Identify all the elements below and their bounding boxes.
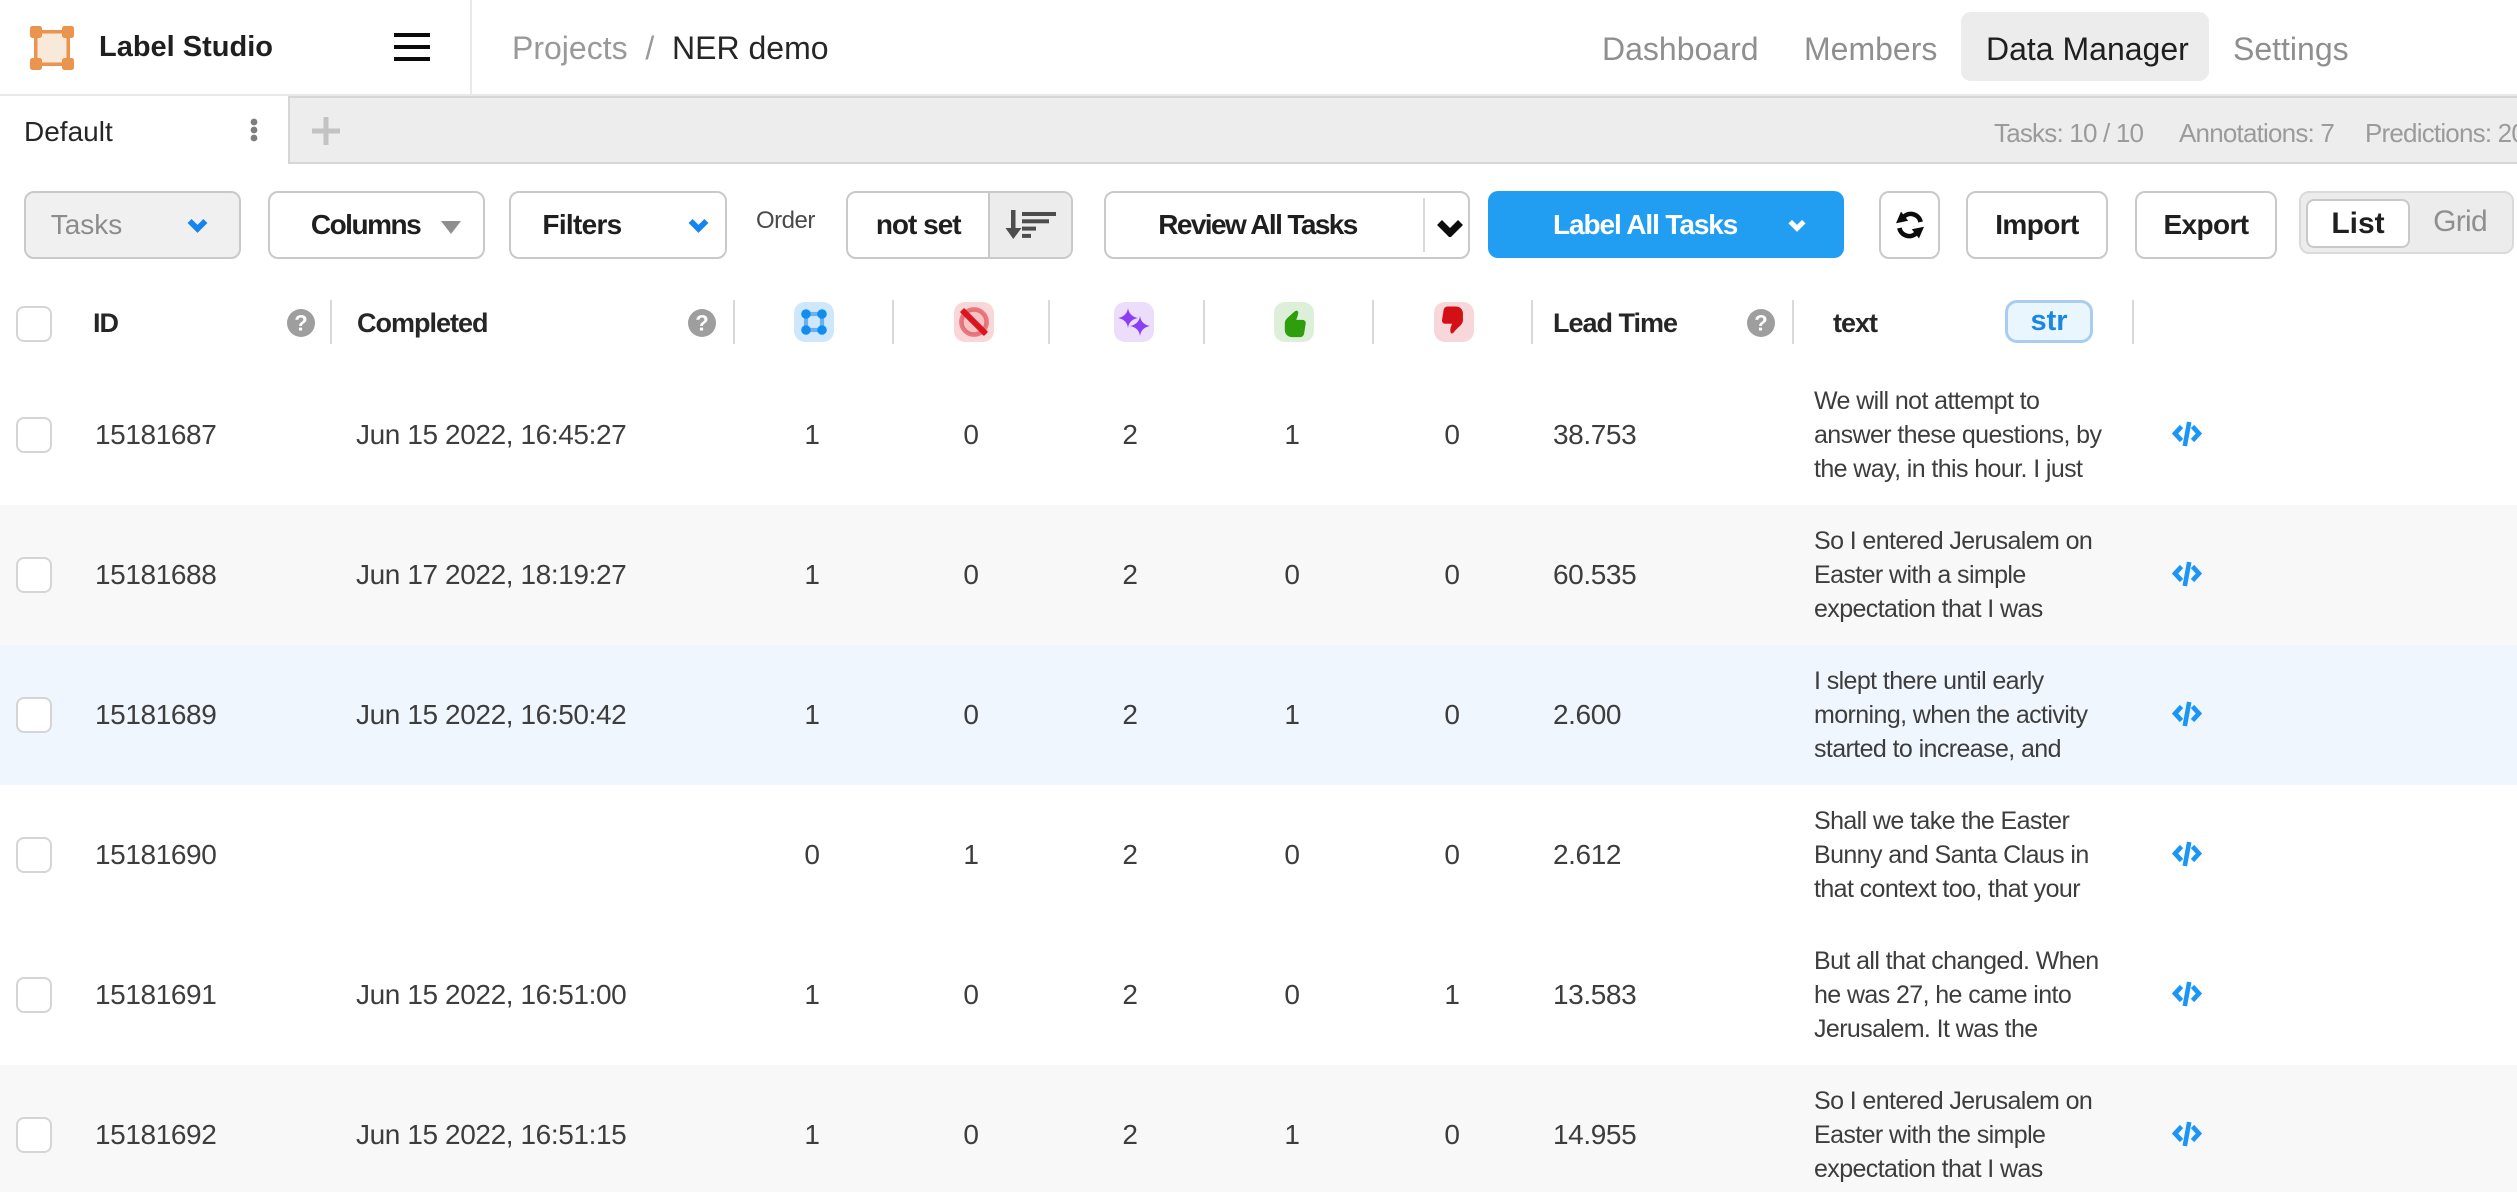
svg-text:?: ? xyxy=(1754,311,1767,336)
svg-text:?: ? xyxy=(695,311,708,336)
svg-text:?: ? xyxy=(294,311,307,336)
